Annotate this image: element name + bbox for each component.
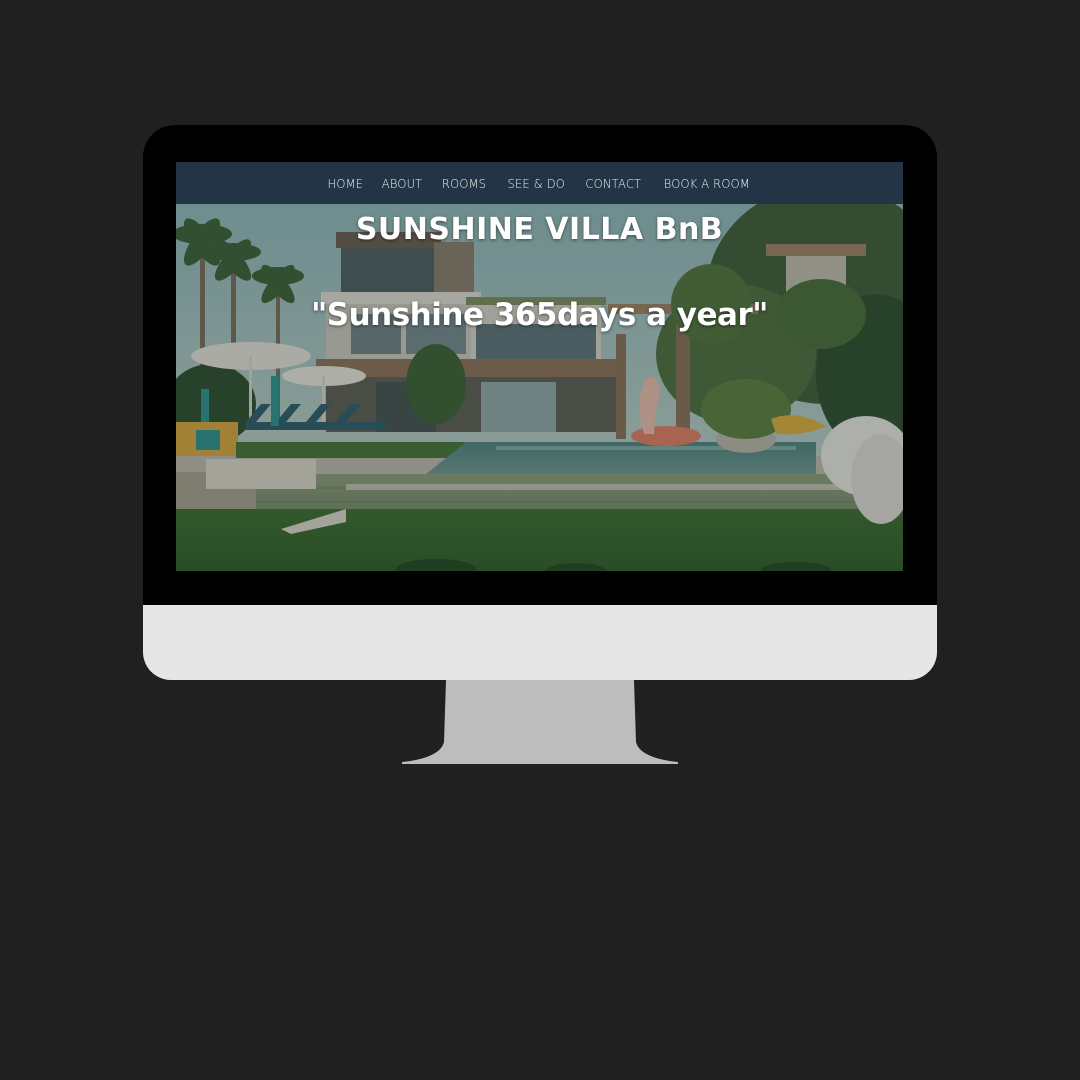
top-navigation: HOME ABOUT ROOMS SEE & DO CONTACT BOOK A… <box>176 162 903 204</box>
monitor-chin <box>143 605 937 680</box>
nav-about-link[interactable]: ABOUT <box>382 176 423 191</box>
hero-villa-image <box>176 204 903 571</box>
nav-home-link[interactable]: HOME <box>327 176 363 191</box>
nav-rooms-link[interactable]: ROOMS <box>442 176 486 191</box>
scene: HOME ABOUT ROOMS SEE & DO CONTACT BOOK A… <box>0 0 1080 1080</box>
site-title: SUNSHINE VILLA BnB <box>355 212 724 247</box>
website-screen: HOME ABOUT ROOMS SEE & DO CONTACT BOOK A… <box>176 162 903 571</box>
nav-contact-link[interactable]: CONTACT <box>585 176 641 191</box>
hero-section: SUNSHINE VILLA BnB "Sunshine 365days a y… <box>176 204 903 571</box>
site-tagline: "Sunshine 365days a year" <box>311 297 768 333</box>
nav-book-a-room-link[interactable]: BOOK A ROOM <box>663 176 749 191</box>
nav-see-and-do-link[interactable]: SEE & DO <box>507 176 565 191</box>
monitor-stand <box>402 680 678 764</box>
